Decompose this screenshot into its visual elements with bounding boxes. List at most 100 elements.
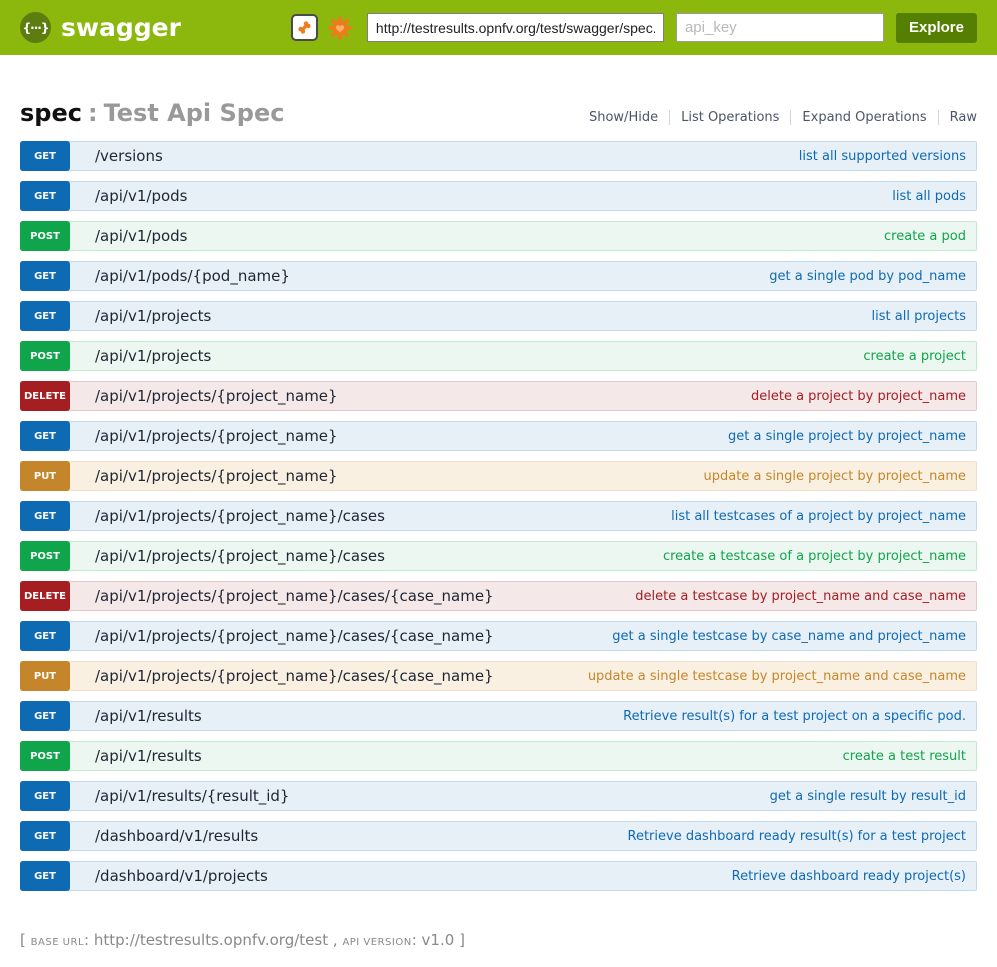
operation-summary-link[interactable]: update a single testcase by project_name… — [588, 669, 976, 684]
operation-path-link[interactable]: /versions — [95, 147, 163, 165]
http-method-badge: DELETE — [20, 581, 70, 611]
http-method-badge: POST — [20, 741, 70, 771]
http-method-badge: POST — [20, 541, 70, 571]
base-url-label: base url — [31, 937, 84, 948]
operation-path-link[interactable]: /api/v1/pods — [95, 227, 188, 245]
header-bar: {···} swagger — [0, 0, 997, 55]
operation-summary-link[interactable]: create a pod — [884, 229, 976, 244]
operation-row: DELETE /api/v1/projects/{project_name}/c… — [20, 581, 977, 611]
operation-summary-link[interactable]: list all projects — [872, 309, 976, 324]
operation-summary-link[interactable]: create a testcase of a project by projec… — [663, 549, 976, 564]
operation-summary-link[interactable]: get a single pod by pod_name — [769, 269, 976, 284]
operation-path-link[interactable]: /api/v1/projects/{project_name} — [95, 467, 338, 485]
operation-row: POST /api/v1/projects/{project_name}/cas… — [20, 541, 977, 571]
http-method-badge: GET — [20, 621, 70, 651]
footer-colon: : — [412, 931, 417, 949]
operation-summary-link[interactable]: list all testcases of a project by proje… — [671, 509, 976, 524]
operation-summary-link[interactable]: delete a project by project_name — [751, 389, 976, 404]
operation-row: DELETE /api/v1/projects/{project_name} d… — [20, 381, 977, 411]
swagger-logo[interactable]: {···} swagger — [20, 12, 181, 43]
footer-close-bracket: ] — [459, 931, 465, 949]
operation-path-link[interactable]: /api/v1/results — [95, 707, 202, 725]
http-method-badge: GET — [20, 141, 70, 171]
resource-menu-link[interactable]: Show/Hide — [578, 110, 669, 125]
operation-summary-link[interactable]: delete a testcase by project_name and ca… — [635, 589, 976, 604]
operation-row: GET /api/v1/pods/{pod_name} get a single… — [20, 261, 977, 291]
operation-path-link[interactable]: /api/v1/projects/{project_name}/cases/{c… — [95, 667, 494, 685]
resource-menu: Show/Hide List Operations Expand Operati… — [578, 110, 977, 125]
main-content: spec : Test Api Spec Show/Hide List Oper… — [0, 99, 997, 891]
operation-row: POST /api/v1/results create a test resul… — [20, 741, 977, 771]
http-method-badge: GET — [20, 421, 70, 451]
gear-heart-icon[interactable] — [327, 15, 353, 41]
operation-path-link[interactable]: /api/v1/pods/{pod_name} — [95, 267, 290, 285]
http-method-badge: POST — [20, 341, 70, 371]
operation-row: GET /api/v1/projects/{project_name} get … — [20, 421, 977, 451]
api-key-input[interactable] — [676, 13, 884, 42]
operation-row: POST /api/v1/pods create a pod — [20, 221, 977, 251]
operation-path-link[interactable]: /api/v1/projects/{project_name} — [95, 427, 338, 445]
api-version-label: api version — [342, 937, 411, 948]
explore-button[interactable]: Explore — [896, 13, 977, 43]
api-version-value: v1.0 — [422, 931, 455, 949]
resource-menu-link[interactable]: Raw — [938, 110, 977, 125]
operation-row: GET /api/v1/pods list all pods — [20, 181, 977, 211]
curly-braces-logo-icon: {···} — [20, 12, 51, 43]
operation-path-link[interactable]: /api/v1/projects/{project_name}/cases/{c… — [95, 587, 494, 605]
operation-path-link[interactable]: /api/v1/projects/{project_name} — [95, 387, 338, 405]
http-method-badge: GET — [20, 181, 70, 211]
http-method-badge: GET — [20, 501, 70, 531]
operation-path-link[interactable]: /dashboard/v1/results — [95, 827, 258, 845]
operation-summary-link[interactable]: create a test result — [843, 749, 976, 764]
operations-list: GET /versions list all supported version… — [20, 141, 977, 891]
operation-row: GET /dashboard/v1/projects Retrieve dash… — [20, 861, 977, 891]
http-method-badge: GET — [20, 781, 70, 811]
operation-path-link[interactable]: /api/v1/results/{result_id} — [95, 787, 289, 805]
operation-path-link[interactable]: /api/v1/pods — [95, 187, 188, 205]
operation-summary-link[interactable]: Retrieve dashboard ready result(s) for a… — [628, 829, 976, 844]
operation-row: GET /dashboard/v1/results Retrieve dashb… — [20, 821, 977, 851]
operation-path-link[interactable]: /api/v1/results — [95, 747, 202, 765]
operation-row: GET /api/v1/projects/{project_name}/case… — [20, 501, 977, 531]
http-method-badge: DELETE — [20, 381, 70, 411]
operation-path-link[interactable]: /api/v1/projects/{project_name}/cases — [95, 547, 385, 565]
footer-open-bracket: [ — [20, 931, 26, 949]
resource-menu-link[interactable]: List Operations — [669, 110, 790, 125]
operation-summary-link[interactable]: get a single testcase by case_name and p… — [612, 629, 976, 644]
resource-menu-link[interactable]: Expand Operations — [790, 110, 937, 125]
resource-heading: spec : Test Api Spec Show/Hide List Oper… — [20, 99, 977, 127]
operation-row: PUT /api/v1/projects/{project_name}/case… — [20, 661, 977, 691]
operation-row: GET /versions list all supported version… — [20, 141, 977, 171]
operation-row: GET /api/v1/results/{result_id} get a si… — [20, 781, 977, 811]
http-method-badge: PUT — [20, 461, 70, 491]
operation-path-link[interactable]: /api/v1/projects — [95, 307, 211, 325]
http-method-badge: POST — [20, 221, 70, 251]
resource-name[interactable]: spec — [20, 99, 82, 127]
operation-path-link[interactable]: /api/v1/projects — [95, 347, 211, 365]
http-method-badge: GET — [20, 701, 70, 731]
http-method-badge: GET — [20, 861, 70, 891]
footer-comma: , — [333, 931, 338, 949]
operation-path-link[interactable]: /api/v1/projects/{project_name}/cases/{c… — [95, 627, 494, 645]
operation-summary-link[interactable]: get a single project by project_name — [728, 429, 976, 444]
operation-summary-link[interactable]: list all supported versions — [799, 149, 976, 164]
base-url-value: http://testresults.opnfv.org/test — [94, 931, 328, 949]
operation-summary-link[interactable]: get a single result by result_id — [770, 789, 976, 804]
operation-row: GET /api/v1/results Retrieve result(s) f… — [20, 701, 977, 731]
operation-path-link[interactable]: /dashboard/v1/projects — [95, 867, 268, 885]
operation-summary-link[interactable]: update a single project by project_name — [704, 469, 976, 484]
operation-summary-link[interactable]: Retrieve result(s) for a test project on… — [623, 709, 976, 724]
footer-colon: : — [84, 931, 89, 949]
header-extension-icons — [291, 14, 353, 41]
operation-summary-link[interactable]: list all pods — [892, 189, 976, 204]
bone-link-icon[interactable] — [291, 14, 318, 41]
operation-row: GET /api/v1/projects/{project_name}/case… — [20, 621, 977, 651]
operation-summary-link[interactable]: create a project — [863, 349, 976, 364]
http-method-badge: GET — [20, 301, 70, 331]
api-info-footer: [ base url: http://testresults.opnfv.org… — [0, 931, 997, 949]
operation-path-link[interactable]: /api/v1/projects/{project_name}/cases — [95, 507, 385, 525]
spec-url-input[interactable] — [367, 13, 664, 42]
http-method-badge: PUT — [20, 661, 70, 691]
operation-summary-link[interactable]: Retrieve dashboard ready project(s) — [732, 869, 976, 884]
http-method-badge: GET — [20, 261, 70, 291]
